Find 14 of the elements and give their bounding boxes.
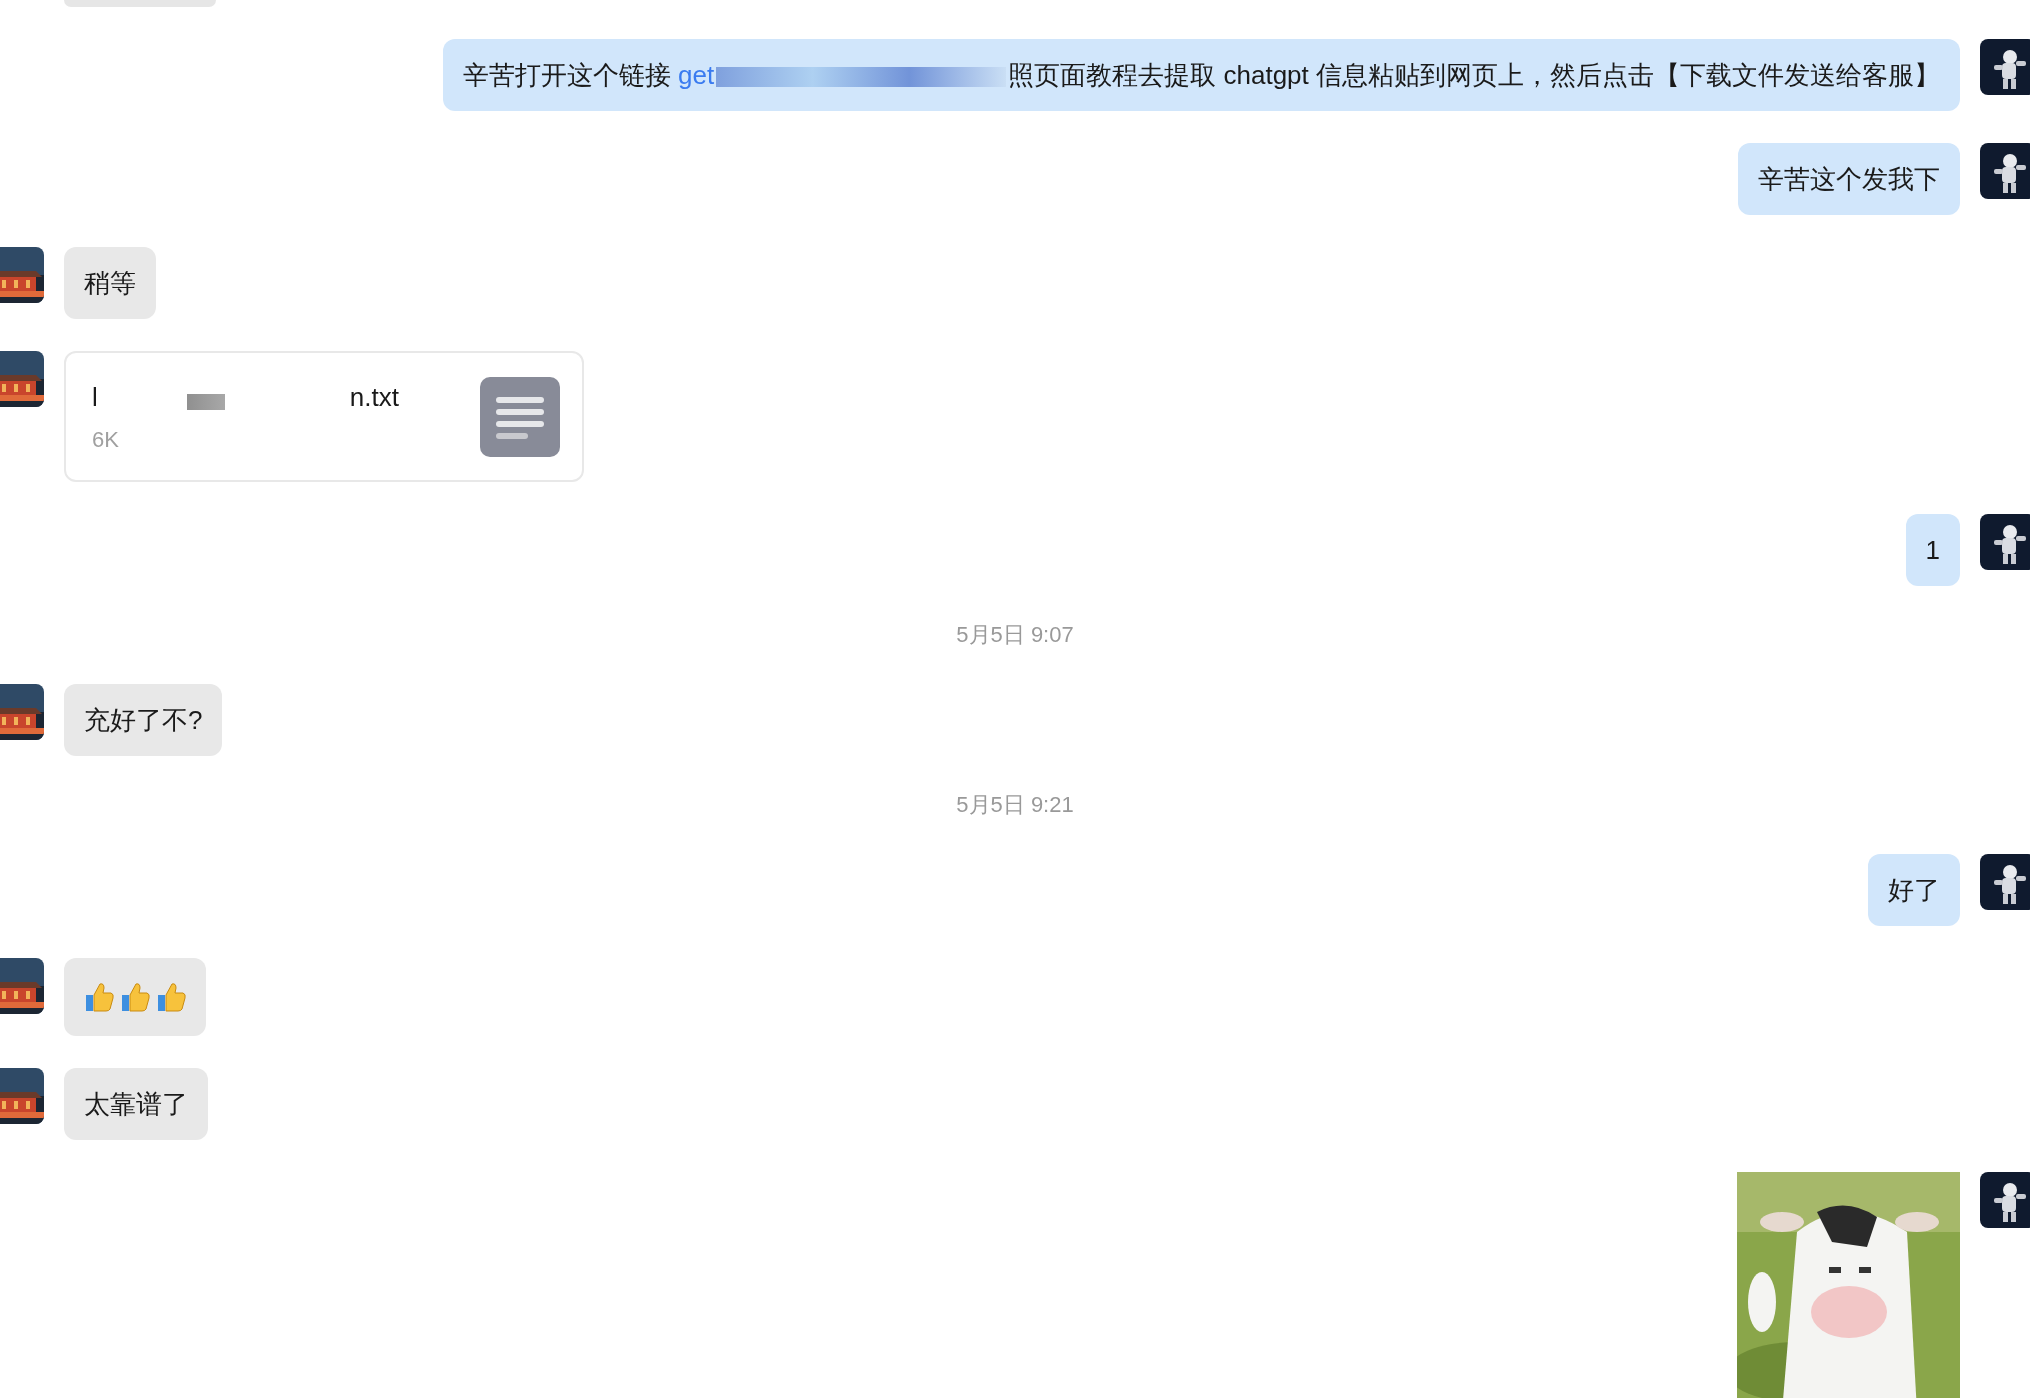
file-card[interactable]: l n.txt 6K (64, 351, 584, 482)
document-icon (480, 376, 560, 457)
file-size: 6K (92, 425, 120, 454)
timestamp: 5月5日 9:07 (956, 621, 1074, 649)
message-bubble: 1 (1905, 514, 1960, 586)
file-name: n.txt (349, 380, 399, 414)
message-bubble: 充好了不? (64, 684, 223, 756)
timestamp: 5月5日 9:21 (956, 791, 1074, 819)
file-name: l (92, 380, 98, 414)
message-bubble: 太靠谱了 (64, 1068, 208, 1140)
message-bubble: 辛苦打开这个链接 get 照页面教程去提取 chatgpt 信息粘贴到网页上，然后点击【下载文件发送给客服】 (442, 39, 1960, 111)
message-bubble: 稍等 (64, 247, 156, 319)
message-bubble: 辛苦这个发我下 (1738, 143, 1960, 215)
message-bubble: 好了 (1868, 854, 1960, 926)
